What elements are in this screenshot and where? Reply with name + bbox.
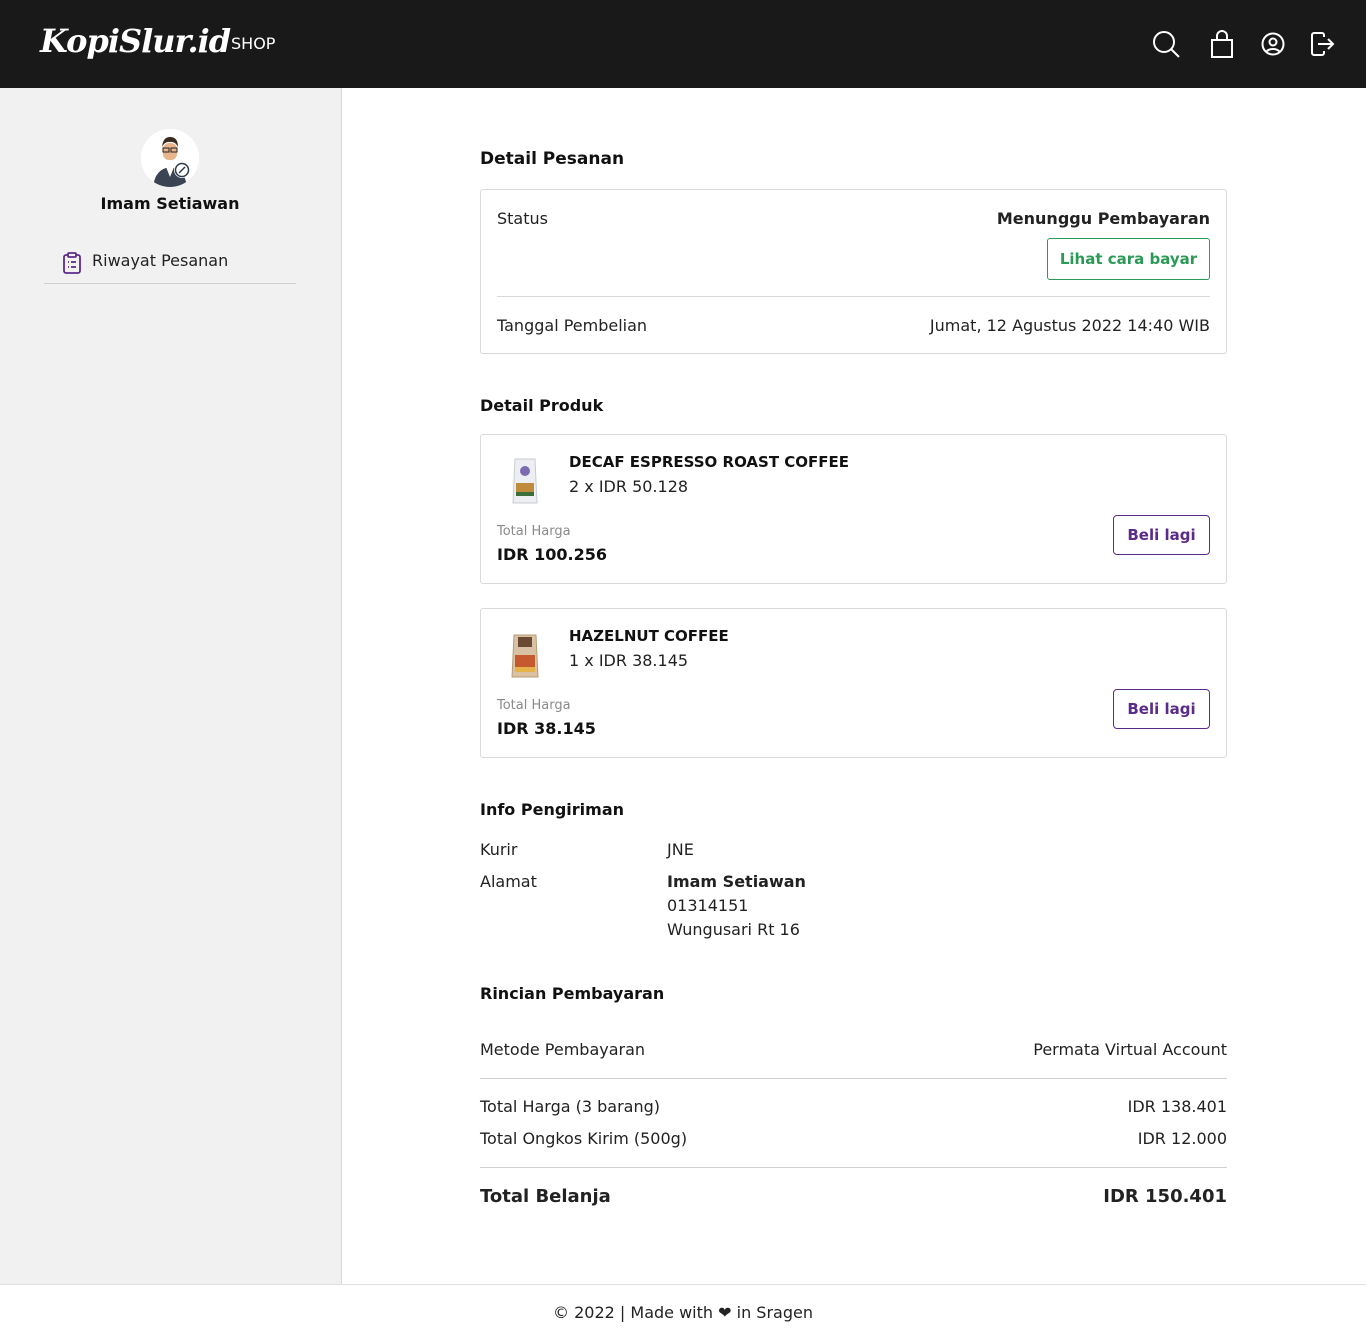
logout-icon[interactable]	[1309, 31, 1335, 57]
search-icon[interactable]	[1151, 29, 1181, 59]
shipping-info-title: Info Pengiriman	[480, 800, 625, 819]
footer: © 2022 | Made with ❤ in Sragen	[0, 1284, 1366, 1341]
address-label: Alamat	[480, 872, 537, 891]
product-image[interactable]	[497, 625, 553, 681]
payment-method-label: Metode Pembayaran	[480, 1040, 646, 1059]
profile-name: Imam Setiawan	[100, 194, 240, 213]
payment-howto-button[interactable]: Lihat cara bayar	[1047, 238, 1210, 280]
site-logo[interactable]: KopiSlur.id	[40, 22, 231, 60]
recipient-phone: 01314151	[667, 896, 749, 915]
product-qty-price: 1 x IDR 38.145	[569, 651, 689, 670]
nav-shop-link[interactable]: SHOP	[231, 34, 275, 53]
order-status-card: Status Menunggu Pembayaran Lihat cara ba…	[480, 189, 1227, 354]
grand-total-label: Total Belanja	[480, 1186, 611, 1207]
footer-text: © 2022 | Made with ❤ in Sragen	[553, 1303, 813, 1322]
product-name: HAZELNUT COFFEE	[569, 627, 729, 645]
product-card: HAZELNUT COFFEE 1 x IDR 38.145 Total Har…	[480, 608, 1227, 758]
purchase-date-value: Jumat, 12 Agustus 2022 14:40 WIB	[929, 316, 1210, 335]
grand-total-value: IDR 150.401	[1103, 1186, 1227, 1207]
product-qty-price: 2 x IDR 50.128	[569, 477, 689, 496]
shipping-cost-label: Total Ongkos Kirim (500g)	[480, 1129, 688, 1148]
product-detail-title: Detail Produk	[480, 396, 604, 415]
buy-again-button[interactable]: Beli lagi	[1113, 689, 1210, 729]
divider	[497, 296, 1210, 297]
items-total-value: IDR 138.401	[1127, 1097, 1227, 1116]
buy-again-button[interactable]: Beli lagi	[1113, 515, 1210, 555]
items-total-label: Total Harga (3 barang)	[480, 1097, 661, 1116]
bag-icon[interactable]	[1207, 29, 1237, 59]
avatar[interactable]	[141, 129, 199, 187]
product-card: DECAF ESPRESSO ROAST COFFEE 2 x IDR 50.1…	[480, 434, 1227, 584]
status-label: Status	[497, 209, 548, 228]
shipping-cost-value: IDR 12.000	[1137, 1129, 1227, 1148]
sidebar-item-label: Riwayat Pesanan	[92, 251, 229, 270]
product-image[interactable]	[497, 451, 553, 507]
total-price-label: Total Harga	[497, 698, 571, 713]
payment-detail-title: Rincian Pembayaran	[480, 984, 665, 1003]
total-price-label: Total Harga	[497, 524, 571, 539]
sidebar-item-order-history[interactable]: Riwayat Pesanan	[44, 246, 296, 284]
recipient-name: Imam Setiawan	[667, 872, 806, 891]
sidebar: Imam Setiawan Riwayat Pesanan	[0, 88, 342, 1284]
divider	[480, 1078, 1227, 1079]
clipboard-icon	[62, 252, 82, 274]
product-name: DECAF ESPRESSO ROAST COFFEE	[569, 453, 850, 471]
total-price-value: IDR 100.256	[497, 545, 607, 564]
total-price-value: IDR 38.145	[497, 719, 596, 738]
courier-label: Kurir	[480, 840, 518, 859]
purchase-date-label: Tanggal Pembelian	[497, 316, 648, 335]
payment-method-value: Permata Virtual Account	[1033, 1040, 1227, 1059]
account-icon[interactable]	[1260, 31, 1286, 57]
order-detail-title: Detail Pesanan	[480, 149, 625, 169]
recipient-address: Wungusari Rt 16	[667, 920, 800, 939]
divider	[480, 1167, 1227, 1168]
top-navbar: KopiSlur.id SHOP	[0, 0, 1366, 88]
courier-value: JNE	[667, 840, 694, 859]
status-badge: Menunggu Pembayaran	[996, 209, 1210, 228]
